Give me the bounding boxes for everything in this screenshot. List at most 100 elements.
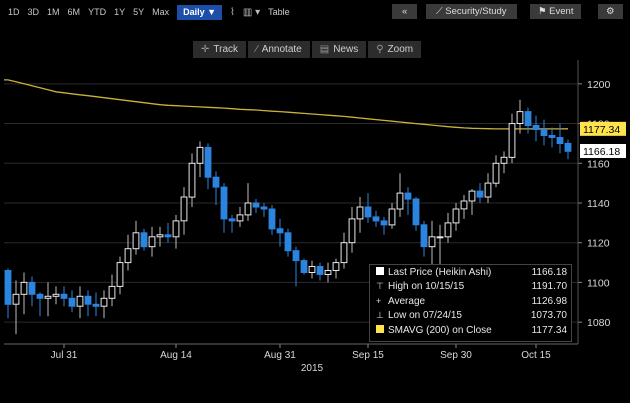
candle-body bbox=[396, 192, 404, 210]
candle-body bbox=[52, 293, 60, 297]
legend-sma-label: SMAVG (200) on Close bbox=[388, 324, 492, 336]
legend-low-value: 1073.70 bbox=[530, 310, 567, 322]
candle-body bbox=[284, 232, 292, 252]
legend-low[interactable]: ⊥ Low on 07/24/15 1073.70 bbox=[370, 309, 571, 324]
candle-body bbox=[124, 248, 132, 264]
candle-body bbox=[564, 142, 572, 152]
candle-body bbox=[300, 260, 308, 274]
candle-body bbox=[220, 186, 228, 220]
price-chart[interactable]: 1080110011201140116011801200 Jul 31Aug 1… bbox=[0, 0, 630, 403]
candle-body bbox=[268, 208, 276, 230]
candle-body bbox=[116, 262, 124, 287]
legend-last-price-value: 1166.18 bbox=[531, 266, 567, 278]
candle-body bbox=[556, 137, 564, 144]
y-tick-label: 1140 bbox=[587, 198, 610, 210]
candle-body bbox=[452, 208, 460, 224]
candle-body bbox=[212, 176, 220, 188]
candle-body bbox=[60, 293, 68, 299]
candle-swatch-icon bbox=[376, 267, 388, 277]
legend-average-label: Average bbox=[388, 295, 426, 307]
candle-body bbox=[188, 162, 196, 198]
candle-body bbox=[4, 270, 12, 305]
candle-body bbox=[516, 111, 524, 124]
candle[interactable] bbox=[300, 258, 308, 275]
candle-body bbox=[508, 123, 516, 158]
legend-last-price[interactable]: Last Price (Heikin Ashi) 1166.18 bbox=[370, 265, 571, 280]
legend-average[interactable]: + Average 1126.98 bbox=[370, 294, 571, 309]
last-price-tag-text: 1166.18 bbox=[583, 146, 620, 158]
candle-body bbox=[164, 234, 172, 238]
candle-body bbox=[140, 232, 148, 248]
candle-body bbox=[548, 135, 556, 138]
legend-high-value: 1191.70 bbox=[531, 281, 567, 293]
candle-body bbox=[156, 234, 164, 238]
candle-body bbox=[100, 297, 108, 307]
y-tick-label: 1200 bbox=[587, 79, 611, 91]
candle-body bbox=[68, 297, 76, 307]
candle-body bbox=[308, 266, 316, 273]
candle-body bbox=[364, 206, 372, 218]
candle-body bbox=[260, 206, 268, 210]
candle-body bbox=[244, 202, 252, 216]
candle-body bbox=[540, 129, 548, 136]
low-marker-icon: ⊥ bbox=[376, 310, 384, 321]
candle-body bbox=[404, 192, 412, 200]
chart-legend: Last Price (Heikin Ashi) 1166.18 ⊤ High … bbox=[369, 264, 572, 342]
candle-body bbox=[172, 220, 180, 238]
candle-body bbox=[420, 224, 428, 248]
candle-body bbox=[84, 295, 92, 305]
candle-body bbox=[228, 218, 236, 222]
x-tick-label: Jul 31 bbox=[51, 350, 78, 361]
candle-body bbox=[36, 293, 44, 299]
x-tick-label: Aug 14 bbox=[160, 350, 192, 361]
candle-body bbox=[44, 295, 52, 299]
price-tags: 1177.34 1166.18 bbox=[580, 121, 626, 158]
candle-body bbox=[316, 266, 324, 275]
last-price-tag: 1166.18 bbox=[580, 143, 626, 158]
legend-low-label: Low on 07/24/15 bbox=[388, 310, 462, 322]
candle-body bbox=[476, 190, 484, 198]
candle-body bbox=[460, 200, 468, 210]
candle-body bbox=[252, 202, 260, 208]
year-label: 2015 bbox=[301, 363, 324, 374]
candle-body bbox=[28, 281, 36, 295]
x-tick-label: Sep 30 bbox=[440, 350, 472, 361]
legend-sma[interactable]: SMAVG (200) on Close 1177.34 bbox=[370, 323, 571, 338]
sma-price-tag-text: 1177.34 bbox=[583, 124, 620, 136]
candle-body bbox=[380, 220, 388, 226]
candle-body bbox=[324, 270, 332, 275]
candle-body bbox=[372, 216, 380, 222]
y-tick-label: 1120 bbox=[587, 238, 610, 250]
high-marker-icon: ⊤ bbox=[376, 281, 384, 292]
average-marker-icon: + bbox=[376, 296, 382, 307]
candle-body bbox=[148, 236, 156, 248]
candle-body bbox=[20, 281, 28, 295]
candle-body bbox=[436, 236, 444, 239]
legend-average-value: 1126.98 bbox=[531, 295, 567, 307]
x-tick-label: Sep 15 bbox=[352, 350, 384, 361]
candle-body bbox=[428, 236, 436, 248]
candle-body bbox=[132, 232, 140, 250]
candle-body bbox=[340, 242, 348, 264]
candle-body bbox=[196, 146, 204, 164]
candle-body bbox=[484, 182, 492, 198]
candle-body bbox=[92, 303, 100, 307]
candle-body bbox=[412, 198, 420, 226]
candle-body bbox=[356, 206, 364, 220]
legend-high[interactable]: ⊤ High on 10/15/15 1191.70 bbox=[370, 280, 571, 295]
legend-last-price-label: Last Price (Heikin Ashi) bbox=[388, 266, 492, 278]
legend-high-label: High on 10/15/15 bbox=[388, 281, 465, 293]
y-tick-label: 1080 bbox=[587, 317, 611, 329]
candle-body bbox=[332, 262, 340, 272]
x-tick-label: Aug 31 bbox=[264, 350, 296, 361]
candle-body bbox=[500, 156, 508, 164]
candle-body bbox=[388, 208, 396, 226]
y-tick-label: 1160 bbox=[587, 158, 610, 170]
candle-body bbox=[492, 162, 500, 184]
x-axis: Jul 31 Aug 14 Aug 31 Sep 15 Sep 30 Oct 15 2015 bbox=[51, 344, 551, 374]
y-tick-label: 1100 bbox=[587, 277, 610, 289]
candle-body bbox=[468, 190, 476, 202]
candle-body bbox=[180, 196, 188, 222]
candle-body bbox=[76, 295, 84, 307]
candle-body bbox=[524, 111, 532, 126]
